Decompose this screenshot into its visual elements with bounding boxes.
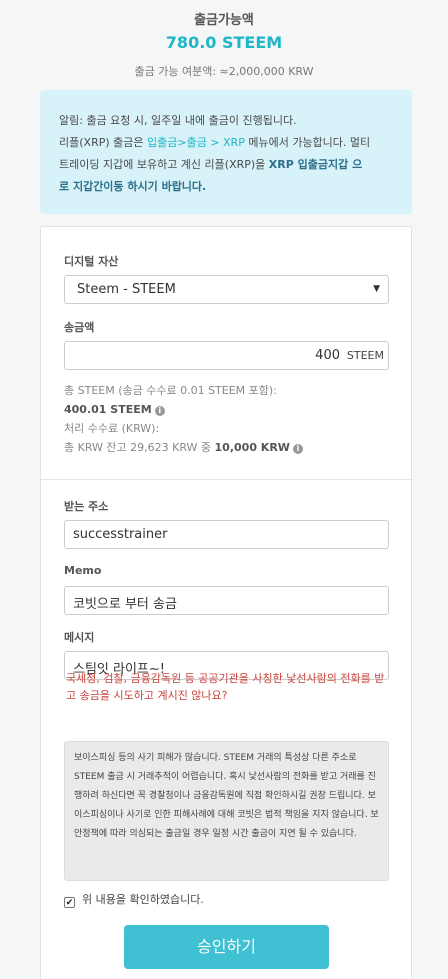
notice-line-2: 리플(XRP) 출금은 입출금>출금 > XRP 메뉴에서 가능합니다. 멀티	[59, 132, 392, 154]
notice-line-4: 로 지갑간이동 하시기 바랍니다.	[59, 180, 207, 193]
withdrawable-title: 출금가능액	[194, 13, 254, 28]
info-icon[interactable]: i	[292, 444, 303, 454]
address-label: 받는 주소	[64, 500, 109, 513]
amount-label: 송금액	[64, 321, 95, 334]
notice-text: 트레이딩 지갑에 보유하고 계신 리플(XRP)을	[59, 158, 269, 171]
amount-value: 400	[315, 348, 340, 363]
amount-input[interactable]: 400 STEEM	[64, 341, 389, 370]
memo-label: Memo	[64, 564, 102, 577]
notice-text: 리플(XRP) 출금은	[59, 136, 147, 149]
phishing-disclaimer: 보이스피싱 등의 사기 피해가 많습니다. STEEM 거래의 특성상 다른 주…	[64, 741, 389, 881]
withdrawable-amount: 780.0 STEEM	[165, 33, 283, 52]
notice-bold-text: XRP 입출금지갑 으	[268, 158, 363, 171]
notice-line-3: 트레이딩 지갑에 보유하고 계신 리플(XRP)을 XRP 입출금지갑 으	[59, 154, 392, 176]
asset-select[interactable]: Steem - STEEM ▼	[64, 275, 389, 304]
total-value: 400.01 STEEM	[64, 403, 152, 416]
divider	[41, 479, 411, 480]
notice-text: 메뉴에서 가능합니다. 멀티	[244, 136, 371, 149]
notice-line-1: 알림: 출금 요청 시, 일주일 내에 출금이 진행됩니다.	[59, 114, 297, 127]
approve-button[interactable]: 승인하기	[124, 925, 329, 969]
total-label: 총 STEEM (송금 수수료 0.01 STEEM 포함):	[64, 384, 277, 397]
caret-down-icon: ▼	[373, 284, 380, 294]
message-label: 메시지	[64, 631, 95, 644]
fee-value: 10,000 KRW	[214, 441, 290, 454]
total-info: 총 STEEM (송금 수수료 0.01 STEEM 포함): 400.01 S…	[64, 381, 303, 457]
withdraw-form: 디지털 자산 Steem - STEEM ▼ 송금액 400 STEEM 총 S…	[40, 226, 412, 979]
fee-row: 총 KRW 잔고 29,623 KRW 중 10,000 KRW i	[64, 438, 303, 457]
asset-select-value: Steem - STEEM	[77, 282, 176, 297]
memo-input[interactable]: 코빗으로 부터 송금	[64, 586, 389, 615]
amount-unit: STEEM	[346, 349, 384, 362]
total-value-row: 400.01 STEEM i	[64, 400, 303, 419]
withdrawable-krw-estimate: 출금 가능 여분액: ≈2,000,000 KRW	[134, 65, 314, 78]
fee-text: 총 KRW 잔고 29,623 KRW 중	[64, 441, 215, 454]
confirm-checkbox-row[interactable]: ✔ 위 내용을 확인하였습니다.	[64, 891, 204, 908]
withdrawable-header: 출금가능액 780.0 STEEM 출금 가능 여분액: ≈2,000,000 …	[0, 0, 448, 88]
withdraw-notice: 알림: 출금 요청 시, 일주일 내에 출금이 진행됩니다. 리플(XRP) 출…	[40, 90, 412, 214]
info-icon[interactable]: i	[154, 406, 165, 416]
phishing-warning: 국세청, 검찰, 금융감독원 등 공공기관을 사칭한 낯선사람의 전화를 받고 …	[66, 672, 385, 702]
xrp-withdraw-link[interactable]: 입출금>출금 > XRP	[147, 136, 245, 149]
confirm-checkbox[interactable]: ✔	[64, 897, 75, 908]
confirm-label: 위 내용을 확인하였습니다.	[82, 893, 204, 906]
asset-label: 디지털 자산	[64, 255, 119, 268]
fee-label: 처리 수수료 (KRW):	[64, 422, 160, 435]
address-input[interactable]: successtrainer	[64, 520, 389, 549]
